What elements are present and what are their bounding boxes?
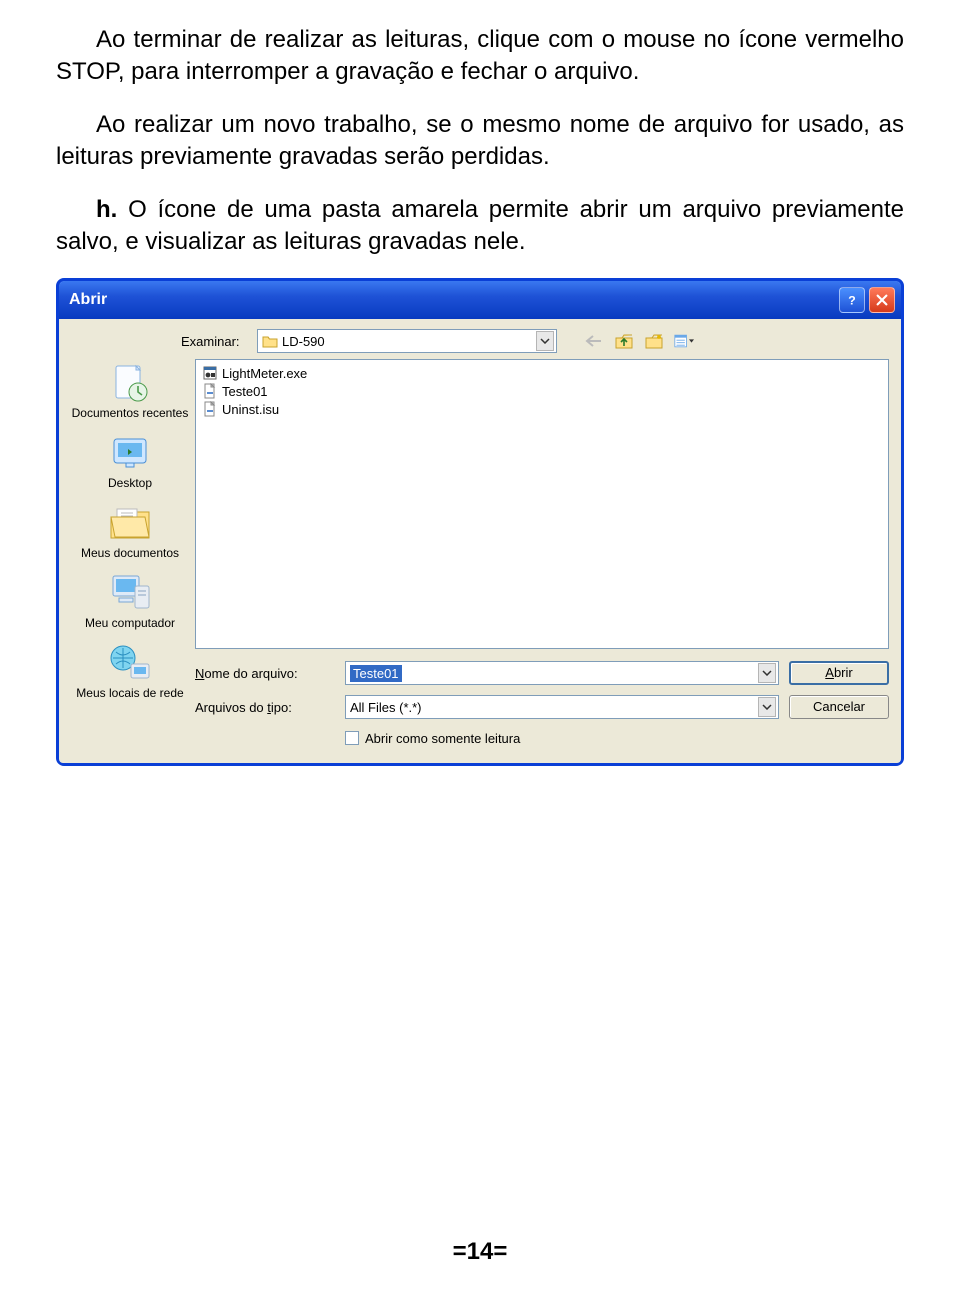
folder-open-icon — [262, 334, 278, 348]
file-list[interactable]: LightMeter.exe Teste01 Uni — [195, 359, 889, 649]
readonly-label: Abrir como somente leitura — [365, 731, 520, 746]
file-item[interactable]: Teste01 — [202, 382, 882, 400]
place-desktop[interactable]: Desktop — [71, 431, 189, 497]
help-button[interactable]: ? — [839, 287, 865, 313]
generic-file-icon — [202, 383, 218, 399]
examine-value: LD-590 — [282, 334, 532, 349]
document-body: Ao terminar de realizar as leituras, cli… — [56, 24, 904, 258]
places-bar: Documentos recentes Desktop — [71, 359, 189, 749]
examine-combo[interactable]: LD-590 — [257, 329, 557, 353]
file-item[interactable]: LightMeter.exe — [202, 364, 882, 382]
place-network[interactable]: Meus locais de rede — [71, 641, 189, 707]
open-dialog: Abrir ? Examinar: LD-590 — [56, 278, 904, 766]
back-icon[interactable] — [583, 330, 605, 352]
place-my-computer[interactable]: Meu computador — [71, 571, 189, 637]
dialog-body: Examinar: LD-590 — [59, 319, 901, 763]
paragraph-3-prefix: h. — [96, 196, 117, 223]
recent-docs-icon — [106, 361, 154, 405]
dialog-title: Abrir — [69, 291, 839, 309]
chevron-down-icon[interactable] — [758, 663, 776, 683]
readonly-checkbox[interactable] — [345, 731, 359, 745]
paragraph-2: Ao realizar um novo trabalho, se o mesmo… — [56, 109, 904, 174]
svg-text:?: ? — [848, 294, 855, 308]
exe-icon — [202, 365, 218, 381]
chevron-down-icon[interactable] — [758, 697, 776, 717]
open-button[interactable]: Abrir — [789, 661, 889, 685]
network-places-icon — [106, 641, 154, 685]
filetype-label: Arquivos do tipo: — [195, 700, 335, 715]
paragraph-3-text: O ícone de uma pasta amarela permite abr… — [56, 196, 904, 255]
chevron-down-icon[interactable] — [536, 331, 554, 351]
filetype-combo[interactable]: All Files (*.*) — [345, 695, 779, 719]
dialog-titlebar[interactable]: Abrir ? — [59, 281, 901, 319]
paragraph-1: Ao terminar de realizar as leituras, cli… — [56, 24, 904, 89]
up-one-level-icon[interactable] — [613, 330, 635, 352]
filename-value: Teste01 — [350, 665, 402, 682]
place-recent-docs[interactable]: Documentos recentes — [71, 361, 189, 427]
filename-input[interactable]: Teste01 — [345, 661, 779, 685]
place-my-documents[interactable]: Meus documentos — [71, 501, 189, 567]
page-number: =14= — [0, 1238, 960, 1266]
examine-label: Examinar: — [181, 334, 249, 349]
my-documents-icon — [106, 501, 154, 545]
cancel-button[interactable]: Cancelar — [789, 695, 889, 719]
paragraph-3: h. O ícone de uma pasta amarela permite … — [56, 194, 904, 259]
my-computer-icon — [106, 571, 154, 615]
close-button[interactable] — [869, 287, 895, 313]
filename-label: Nome do arquivo: — [195, 666, 335, 681]
open-dialog-screenshot: Abrir ? Examinar: LD-590 — [56, 278, 904, 766]
generic-file-icon — [202, 401, 218, 417]
desktop-icon — [106, 431, 154, 475]
filetype-value: All Files (*.*) — [350, 700, 758, 715]
file-item[interactable]: Uninst.isu — [202, 400, 882, 418]
view-menu-icon[interactable] — [673, 330, 695, 352]
new-folder-icon[interactable] — [643, 330, 665, 352]
